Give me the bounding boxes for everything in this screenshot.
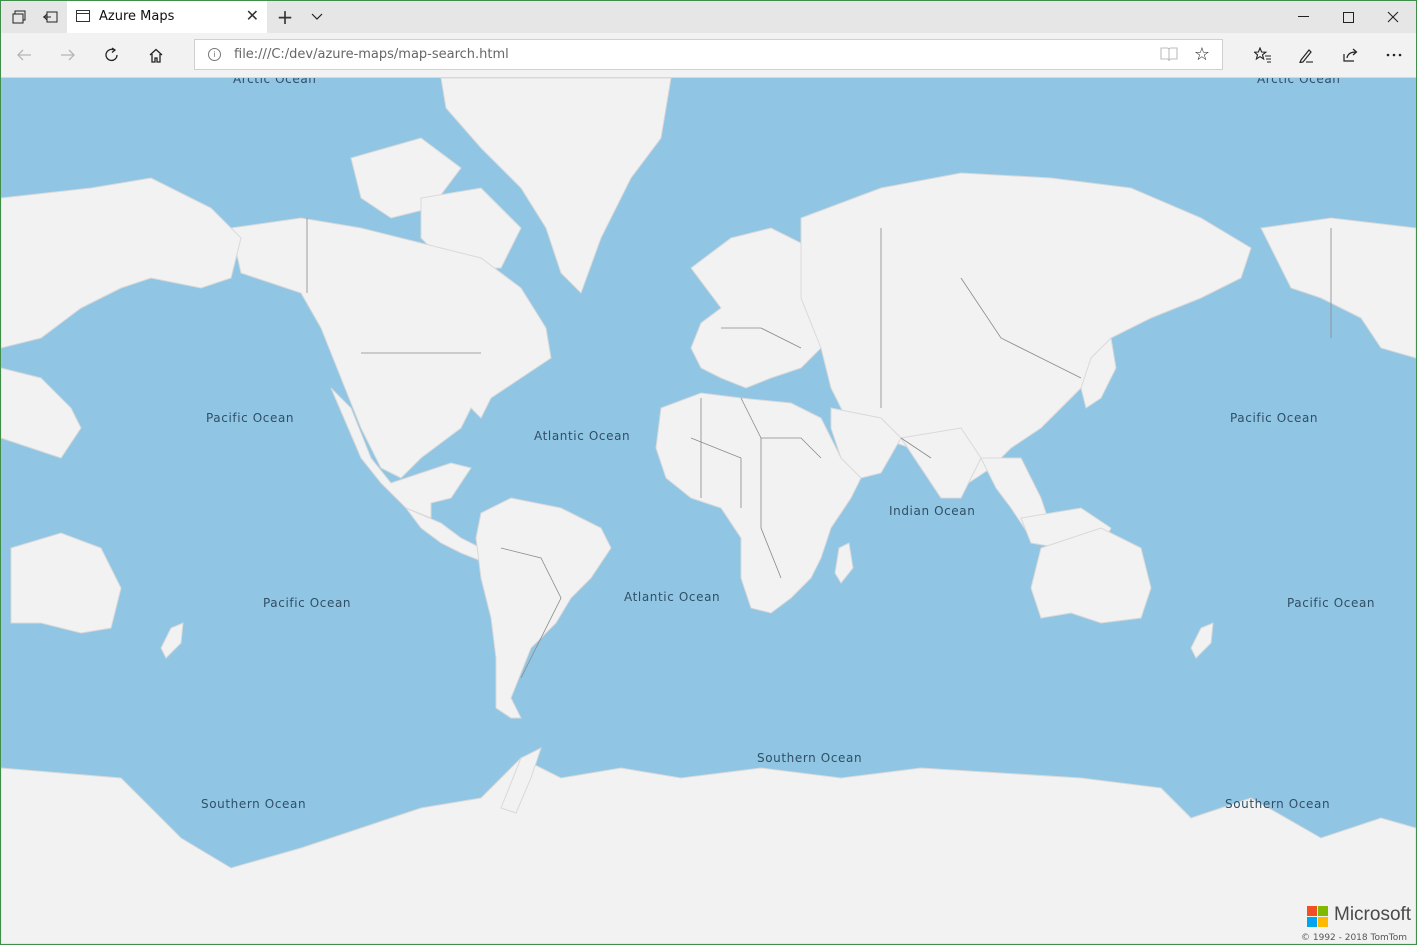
ocean-label: Pacific Ocean [263, 596, 352, 610]
home-button[interactable] [136, 33, 176, 77]
share-icon[interactable] [1330, 33, 1370, 77]
url-text[interactable]: file:///C:/dev/azure-maps/map-search.htm… [234, 47, 509, 62]
ocean-label: Southern Ocean [1225, 797, 1331, 811]
ocean-label: Arctic Ocean [1257, 78, 1341, 86]
forward-button[interactable] [48, 33, 88, 77]
title-bar: Azure Maps ✕ + [1, 1, 1416, 33]
back-button[interactable] [4, 33, 44, 77]
reading-view-icon[interactable] [1160, 46, 1178, 66]
ocean-label: Arctic Ocean [233, 78, 317, 86]
map-landmasses [1, 78, 1416, 944]
refresh-button[interactable] [92, 33, 132, 77]
tab-title: Azure Maps [99, 9, 175, 24]
ocean-label: Atlantic Ocean [624, 590, 721, 604]
set-tabs-aside-icon[interactable] [34, 1, 66, 33]
address-bar[interactable]: i file:///C:/dev/azure-maps/map-search.h… [194, 39, 1223, 70]
maximize-button[interactable] [1325, 1, 1371, 33]
browser-window: Azure Maps ✕ + i file:///C:/dev/azure-ma… [0, 0, 1417, 945]
ocean-label: Southern Ocean [201, 797, 307, 811]
tab-azure-maps[interactable]: Azure Maps ✕ [67, 1, 267, 33]
world-map[interactable]: Arctic Ocean Arctic Ocean Pacific Ocean … [1, 78, 1416, 944]
new-tab-button[interactable]: + [271, 1, 299, 33]
ocean-label: Pacific Ocean [1230, 411, 1319, 425]
close-window-button[interactable] [1370, 1, 1416, 33]
ocean-label: Pacific Ocean [206, 411, 295, 425]
minimize-button[interactable] [1280, 1, 1326, 33]
web-note-pen-icon[interactable] [1286, 33, 1326, 77]
tab-actions-icon[interactable] [3, 1, 35, 33]
ocean-label: Pacific Ocean [1287, 596, 1376, 610]
favorite-star-icon[interactable]: ☆ [1194, 44, 1210, 65]
show-tabs-chevron-icon[interactable] [303, 1, 331, 33]
microsoft-logo-icon [1307, 906, 1329, 928]
ocean-label: Indian Ocean [889, 504, 976, 518]
map-copyright: © 1992 - 2018 TomTom [1301, 933, 1407, 943]
ocean-label: Southern Ocean [757, 751, 863, 765]
microsoft-wordmark: Microsoft [1334, 904, 1412, 925]
more-options-icon[interactable] [1374, 33, 1414, 77]
navigation-bar: i file:///C:/dev/azure-maps/map-search.h… [1, 33, 1416, 78]
page-icon [76, 10, 90, 22]
favorites-hub-icon[interactable] [1243, 33, 1283, 77]
site-info-icon[interactable]: i [208, 48, 221, 61]
close-tab-icon[interactable]: ✕ [246, 7, 259, 25]
ocean-label: Atlantic Ocean [534, 429, 631, 443]
